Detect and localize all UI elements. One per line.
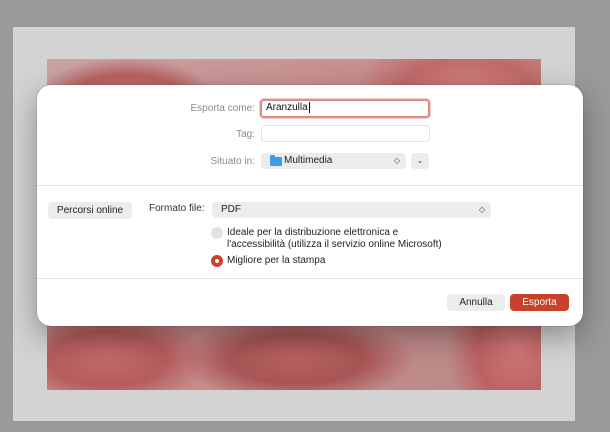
location-popup[interactable]: Multimedia ◇	[261, 153, 406, 169]
option-electronic-line2: l'accessibilità (utilizza il servizio on…	[227, 239, 442, 250]
location-label: Situato in:	[210, 156, 255, 167]
location-value: Multimedia	[284, 155, 333, 166]
option-electronic-line1: Ideale per la distribuzione elettronica …	[227, 227, 399, 238]
export-as-value: Aranzulla	[266, 102, 308, 113]
export-label: Esporta	[522, 297, 557, 308]
chevron-down-icon: ⌄	[416, 156, 424, 165]
tag-input[interactable]	[261, 125, 430, 142]
text-caret	[308, 101, 310, 113]
online-locations-label: Percorsi online	[56, 205, 124, 216]
updown-chevron-icon: ◇	[393, 156, 400, 165]
expand-dialog-button[interactable]: ⌄	[411, 153, 429, 169]
format-label: Formato file:	[149, 203, 205, 214]
updown-chevron-icon: ◇	[478, 205, 485, 214]
divider	[37, 278, 583, 279]
folder-icon	[270, 155, 282, 166]
export-button[interactable]: Esporta	[510, 294, 569, 311]
export-as-label: Esporta come:	[190, 103, 255, 114]
online-locations-button[interactable]: Percorsi online	[48, 202, 132, 219]
divider	[37, 185, 583, 186]
radio-electronic[interactable]	[211, 227, 223, 239]
cancel-label: Annulla	[459, 297, 493, 308]
cancel-button[interactable]: Annulla	[447, 294, 505, 311]
format-popup[interactable]: PDF ◇	[212, 202, 491, 218]
option-print-label: Migliore per la stampa	[227, 255, 326, 266]
export-dialog: Esporta come: Aranzulla Tag: Situato in:…	[37, 85, 583, 326]
export-as-input[interactable]: Aranzulla	[260, 99, 430, 118]
tag-label: Tag:	[236, 129, 255, 140]
radio-print[interactable]	[211, 255, 223, 267]
format-value: PDF	[221, 204, 241, 215]
